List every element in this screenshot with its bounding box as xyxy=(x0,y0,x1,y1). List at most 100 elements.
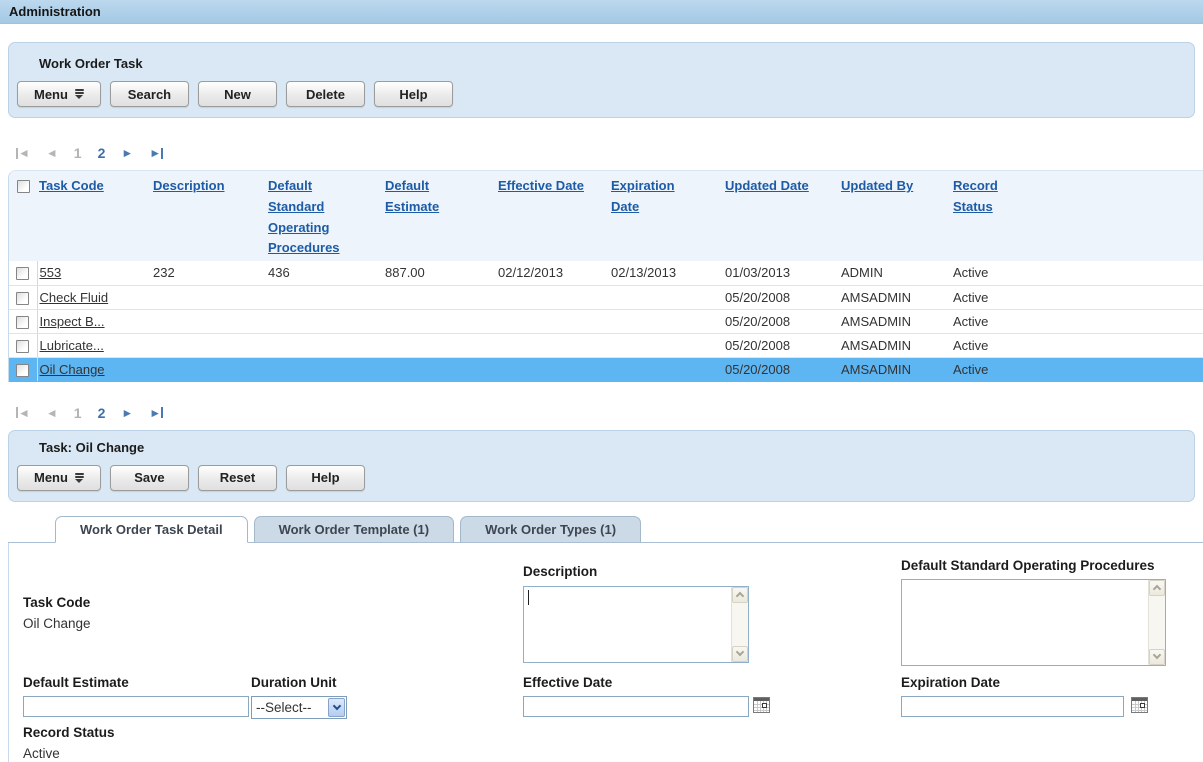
table-row[interactable]: Lubricate...05/20/2008AMSADMINActive xyxy=(9,333,1203,357)
page-header: Administration xyxy=(0,0,1203,24)
sort-default-sop[interactable]: Default Standard Operating Procedures xyxy=(268,176,356,259)
tab-work-order-template[interactable]: Work Order Template (1) xyxy=(254,516,455,543)
sort-default-estimate[interactable]: Default Estimate xyxy=(385,176,473,218)
calendar-icon[interactable] xyxy=(753,697,770,713)
cell-sop xyxy=(266,309,383,333)
delete-button[interactable]: Delete xyxy=(286,81,365,107)
cell-effective-date xyxy=(496,357,609,381)
next-page-icon[interactable]: ► xyxy=(121,147,133,159)
tab-work-order-types[interactable]: Work Order Types (1) xyxy=(460,516,641,543)
previous-page-icon[interactable]: ◄ xyxy=(46,407,58,419)
next-page-icon[interactable]: ► xyxy=(121,407,133,419)
select-all-checkbox[interactable] xyxy=(17,180,30,193)
page-number-link[interactable]: 2 xyxy=(98,145,106,161)
task-code-link[interactable]: Check Fluid xyxy=(40,290,109,305)
row-checkbox[interactable] xyxy=(16,292,29,305)
previous-page-icon[interactable]: ◄ xyxy=(46,147,58,159)
cell-sop xyxy=(266,285,383,309)
last-page-icon[interactable]: ► xyxy=(149,147,163,159)
page-number-current: 1 xyxy=(74,405,82,421)
table-row[interactable]: Inspect B...05/20/2008AMSADMINActive xyxy=(9,309,1203,333)
task-code-link[interactable]: 553 xyxy=(40,265,62,280)
scroll-down-icon[interactable] xyxy=(732,646,748,662)
tab-work-order-task-detail[interactable]: Work Order Task Detail xyxy=(55,516,248,543)
work-order-task-detail-form: Task Code Oil Change Description Default… xyxy=(8,543,1203,762)
cell-sop xyxy=(266,333,383,357)
save-button[interactable]: Save xyxy=(110,465,189,491)
record-status-label: Record Status xyxy=(23,725,115,740)
cell-task-code: Check Fluid xyxy=(37,285,151,309)
help-button[interactable]: Help xyxy=(286,465,365,491)
description-textarea[interactable] xyxy=(523,586,749,663)
sort-task-code[interactable]: Task Code xyxy=(39,176,104,197)
cell-updated-by: AMSADMIN xyxy=(839,357,951,381)
scroll-up-icon[interactable] xyxy=(1149,580,1165,596)
scroll-up-icon[interactable] xyxy=(732,587,748,603)
cell-estimate xyxy=(383,357,496,381)
cell-expiration-date xyxy=(609,309,723,333)
default-sop-textarea[interactable] xyxy=(901,579,1166,666)
last-page-icon[interactable]: ► xyxy=(149,407,163,419)
cell-description xyxy=(151,309,266,333)
table-row[interactable]: Check Fluid05/20/2008AMSADMINActive xyxy=(9,285,1203,309)
scrollbar[interactable] xyxy=(1148,580,1165,665)
effective-date-input[interactable] xyxy=(523,696,749,717)
row-checkbox[interactable] xyxy=(16,340,29,353)
default-sop-label: Default Standard Operating Procedures xyxy=(901,558,1155,573)
cell-sop: 436 xyxy=(266,261,383,285)
cell-description xyxy=(151,357,266,381)
row-checkbox[interactable] xyxy=(16,316,29,329)
task-code-link[interactable]: Lubricate... xyxy=(40,338,104,353)
cell-description xyxy=(151,333,266,357)
table-row[interactable]: Oil Change05/20/2008AMSADMINActive xyxy=(9,357,1203,381)
cell-estimate xyxy=(383,309,496,333)
default-estimate-input[interactable] xyxy=(23,696,249,717)
help-button[interactable]: Help xyxy=(374,81,453,107)
cell-sop xyxy=(266,357,383,381)
task-table-container: Task Code Description Default Standard O… xyxy=(8,170,1203,382)
menu-button[interactable]: Menu xyxy=(17,81,101,107)
search-button[interactable]: Search xyxy=(110,81,189,107)
sort-record-status[interactable]: Record Status xyxy=(953,176,1041,218)
cell-task-code: 553 xyxy=(37,261,151,285)
task-code-link[interactable]: Inspect B... xyxy=(40,314,105,329)
sort-expiration-date[interactable]: Expiration Date xyxy=(611,176,699,218)
cell-updated-by: ADMIN xyxy=(839,261,951,285)
page-number-link[interactable]: 2 xyxy=(98,405,106,421)
task-code-label: Task Code xyxy=(23,595,90,610)
sort-updated-date[interactable]: Updated Date xyxy=(725,176,809,197)
first-page-icon[interactable]: ◄ xyxy=(16,147,30,159)
sort-description[interactable]: Description xyxy=(153,176,225,197)
table-row[interactable]: 553232436887.0002/12/201302/13/201301/03… xyxy=(9,261,1203,285)
cell-effective-date xyxy=(496,309,609,333)
sort-updated-by[interactable]: Updated By xyxy=(841,176,913,197)
cell-expiration-date xyxy=(609,357,723,381)
first-page-icon[interactable]: ◄ xyxy=(16,407,30,419)
scroll-down-icon[interactable] xyxy=(1149,649,1165,665)
scrollbar[interactable] xyxy=(731,587,748,662)
description-label: Description xyxy=(523,564,597,579)
table-header-row: Task Code Description Default Standard O… xyxy=(9,171,1203,261)
cell-updated-date: 05/20/2008 xyxy=(723,333,839,357)
row-checkbox[interactable] xyxy=(16,267,29,280)
sort-effective-date[interactable]: Effective Date xyxy=(498,176,584,197)
cell-effective-date xyxy=(496,285,609,309)
menu-button[interactable]: Menu xyxy=(17,465,101,491)
calendar-icon[interactable] xyxy=(1131,697,1148,713)
reset-button[interactable]: Reset xyxy=(198,465,277,491)
cell-task-code: Inspect B... xyxy=(37,309,151,333)
chevron-down-icon[interactable] xyxy=(328,698,345,717)
task-code-link[interactable]: Oil Change xyxy=(40,362,105,377)
cell-status: Active xyxy=(951,261,1203,285)
page-title: Administration xyxy=(9,4,101,19)
cell-expiration-date xyxy=(609,333,723,357)
duration-unit-label: Duration Unit xyxy=(251,675,337,690)
cell-estimate xyxy=(383,285,496,309)
duration-unit-select[interactable]: --Select-- xyxy=(251,696,347,719)
cell-effective-date xyxy=(496,333,609,357)
expiration-date-input[interactable] xyxy=(901,696,1124,717)
cell-updated-by: AMSADMIN xyxy=(839,333,951,357)
cell-estimate: 887.00 xyxy=(383,261,496,285)
row-checkbox[interactable] xyxy=(16,364,29,377)
new-button[interactable]: New xyxy=(198,81,277,107)
